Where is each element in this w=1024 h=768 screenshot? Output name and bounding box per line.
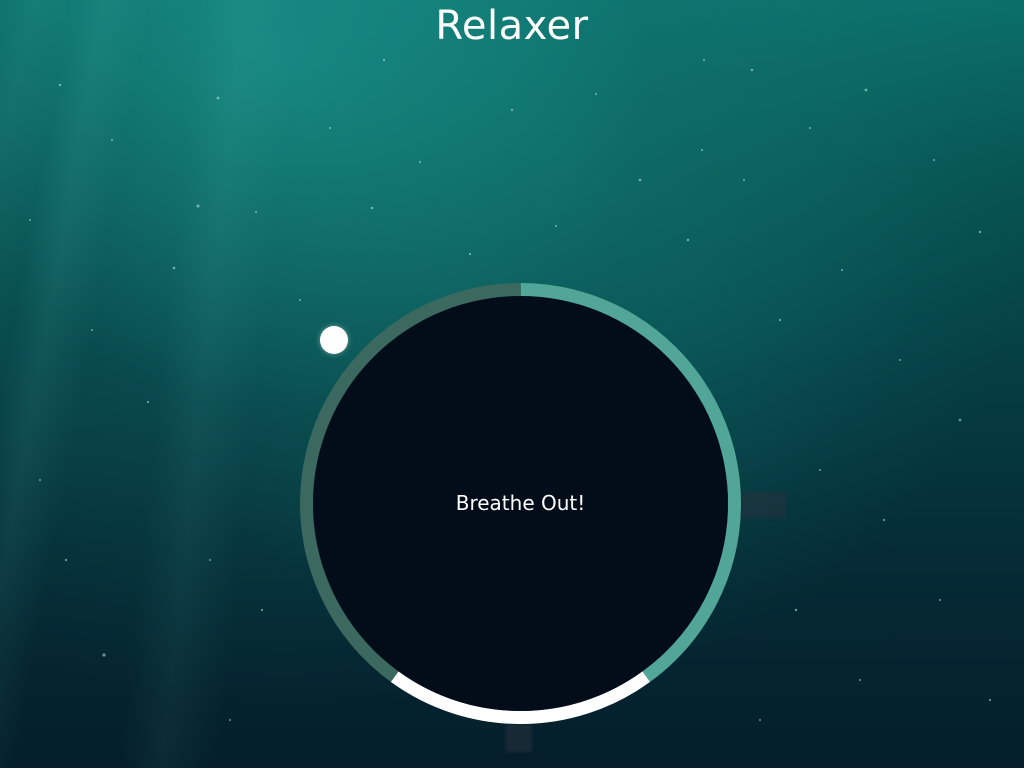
- app-title: Relaxer: [435, 3, 589, 49]
- breath-progress-pointer: [320, 326, 348, 354]
- breathe-circle: Breathe Out!: [313, 296, 728, 711]
- decorative-shadow: [740, 492, 786, 518]
- breathe-instruction: Breathe Out!: [455, 490, 586, 515]
- decorative-shadow: [506, 724, 532, 752]
- breathe-circle-widget: Breathe Out!: [300, 283, 741, 724]
